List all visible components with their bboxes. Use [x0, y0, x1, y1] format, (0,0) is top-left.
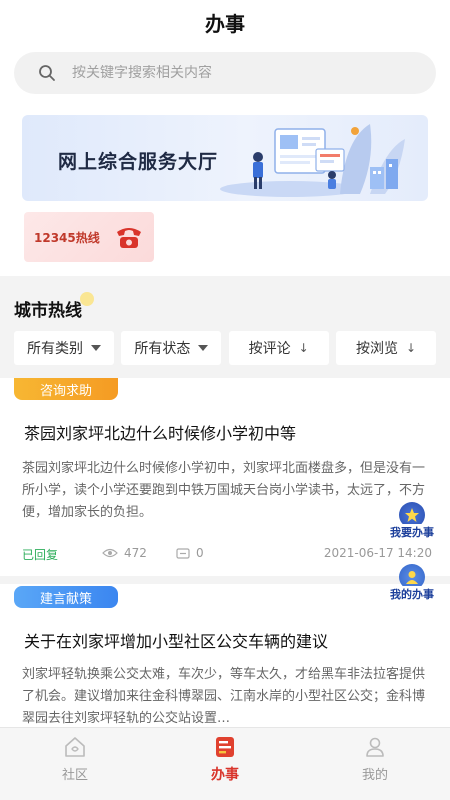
view-count: 472	[102, 546, 147, 560]
sort-by-comments[interactable]: 按评论 ↓	[228, 331, 329, 365]
page-title: 办事	[205, 11, 245, 36]
community-home-icon	[65, 737, 85, 757]
post-meta: 已回复 472 0 2021-06-17 14:20	[22, 546, 432, 564]
hotline-12345-button[interactable]: 12345热线	[24, 212, 154, 262]
telephone-icon	[116, 228, 141, 248]
bottom-tab-bar: 社区 办事 我的	[0, 727, 450, 800]
hotline-label: 12345热线	[34, 230, 100, 245]
search-input[interactable]	[72, 65, 392, 81]
tab-label: 社区	[61, 768, 88, 783]
status-badge: 已回复	[22, 548, 59, 562]
eye-icon	[102, 548, 118, 558]
post-card[interactable]: 建言献策 关于在刘家坪增加小型社区公交车辆的建议 刘家坪轻轨换乘公交太难，车次少…	[0, 584, 450, 729]
my-applications-button[interactable]: 我的办事	[384, 564, 440, 608]
tab-mine[interactable]: 我的	[300, 728, 450, 800]
arrow-down-icon: ↓	[298, 341, 309, 355]
filter-bar: 所有类别 所有状态 按评论 ↓ 按浏览 ↓	[14, 331, 436, 365]
banner-title: 网上综合服务大厅	[58, 151, 219, 173]
app-header: 办事	[0, 0, 450, 44]
caret-down-icon	[198, 345, 209, 351]
post-title: 茶园刘家坪北边什么时候修小学初中等	[24, 424, 297, 443]
task-list-icon	[216, 737, 234, 757]
search-bar[interactable]	[14, 52, 436, 94]
post-body: 刘家坪轻轨换乘公交太难，车次少，等车太久，才给黑车非法拉客提供了机会。建议增加来…	[22, 667, 426, 726]
tab-community[interactable]: 社区	[0, 728, 150, 800]
arrow-down-icon: ↓	[405, 341, 417, 355]
filter-category-dropdown[interactable]: 所有类别	[14, 331, 114, 365]
filter-status-dropdown[interactable]: 所有状态	[121, 331, 222, 365]
user-icon	[366, 737, 384, 757]
search-icon	[39, 65, 55, 81]
float-label: 我要办事	[388, 524, 436, 540]
section-title: 城市热线	[14, 292, 94, 321]
i-want-to-apply-button[interactable]: 我要办事	[384, 502, 440, 546]
tab-services[interactable]: 办事	[150, 728, 300, 800]
decorative-dot	[80, 292, 94, 306]
banner-illustration	[220, 124, 405, 197]
post-body: 茶园刘家坪北边什么时候修小学初中，刘家坪北面楼盘多，但是没有一所小学，读个小学还…	[22, 461, 426, 520]
category-tag: 咨询求助	[14, 378, 118, 400]
float-label: 我的办事	[388, 586, 436, 602]
comment-count: 0	[176, 546, 204, 560]
category-tag: 建言献策	[14, 586, 118, 608]
comment-icon	[176, 547, 190, 559]
post-card[interactable]: 咨询求助 茶园刘家坪北边什么时候修小学初中等 茶园刘家坪北边什么时候修小学初中，…	[0, 378, 450, 576]
service-hall-banner[interactable]: 网上综合服务大厅	[22, 115, 428, 201]
sort-by-views[interactable]: 按浏览 ↓	[335, 331, 436, 365]
post-date: 2021-06-17 14:20	[323, 546, 432, 560]
post-title: 关于在刘家坪增加小型社区公交车辆的建议	[24, 632, 329, 651]
caret-down-icon	[91, 345, 101, 351]
tab-label: 我的	[361, 768, 388, 783]
tab-label: 办事	[211, 767, 239, 783]
